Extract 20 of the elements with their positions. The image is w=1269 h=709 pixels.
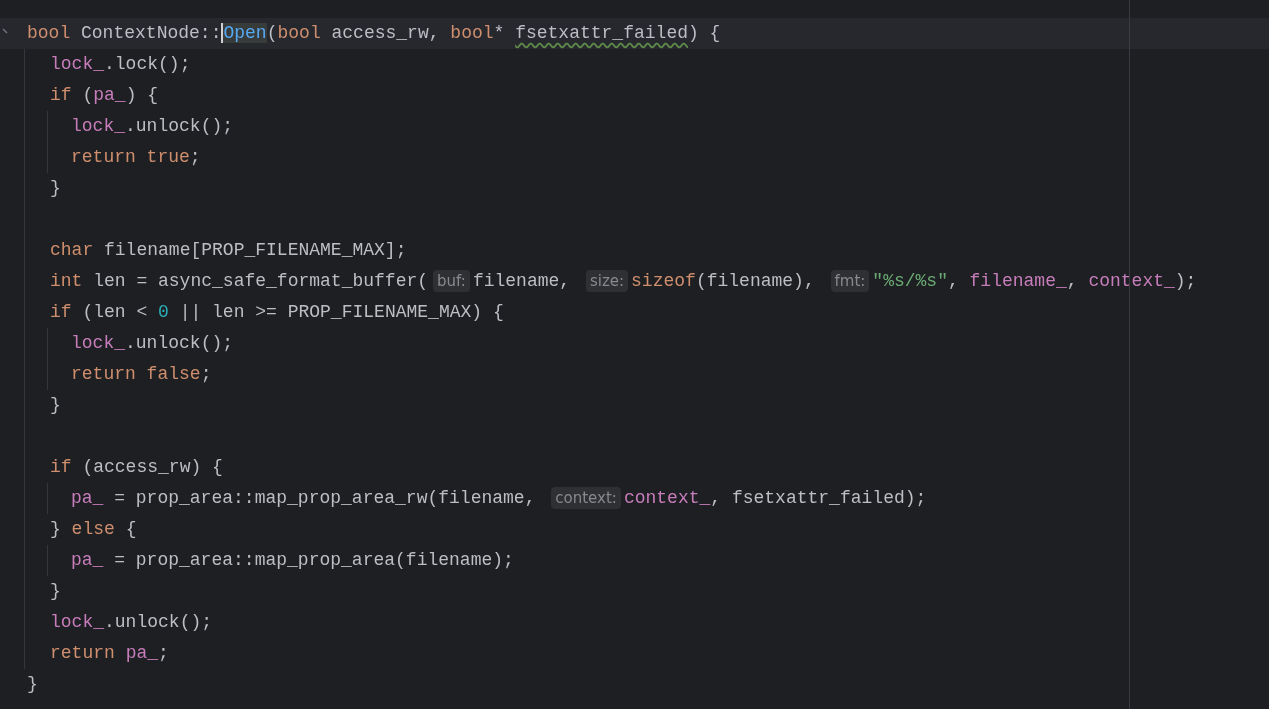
code-line: lock_.unlock();	[71, 332, 234, 355]
code-line: pa_ = prop_area::map_prop_area_rw(filename, context: context_, fsetxattr_failed);	[71, 486, 927, 511]
code-line: }	[50, 394, 61, 417]
code-line: lock_.lock();	[50, 53, 191, 76]
code-line: return pa_;	[50, 642, 169, 665]
code-line: int len = async_safe_format_buffer( buf: filename, size: sizeof(filename), fmt: "%s/%s", filename_, context_);	[50, 269, 1197, 294]
code-line: }	[50, 580, 61, 603]
code-line: if (pa_) {	[50, 84, 159, 107]
code-line: if (access_rw) {	[50, 456, 223, 479]
code-line: if (len < 0 || len >= PROP_FILENAME_MAX) {	[50, 301, 504, 324]
code-line: return false;	[71, 363, 212, 386]
code-line: pa_ = prop_area::map_prop_area(filename);	[71, 549, 514, 572]
code-line: }	[27, 673, 38, 696]
code-line: } else {	[50, 518, 137, 541]
code-line: lock_.unlock();	[50, 611, 213, 634]
code-line: char filename[PROP_FILENAME_MAX];	[50, 239, 407, 262]
code-line: lock_.unlock();	[71, 115, 234, 138]
code-line: bool ContextNode::Open(bool access_rw, bool* fsetxattr_failed) {	[27, 22, 721, 45]
code-line: return true;	[71, 146, 201, 169]
code-line: }	[50, 177, 61, 200]
